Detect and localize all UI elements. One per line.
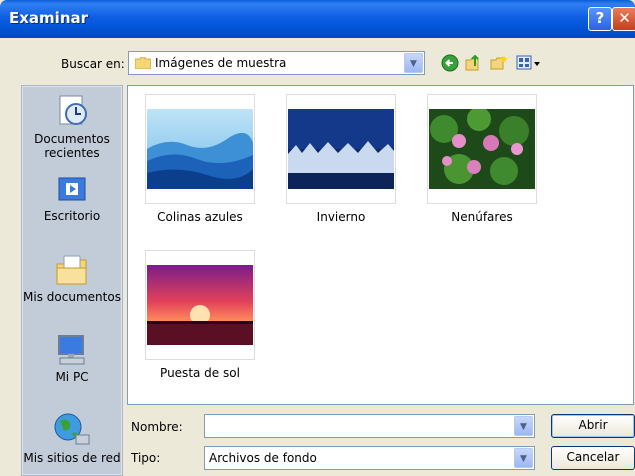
lookin-combo[interactable]: Imágenes de muestra ▼ <box>128 51 425 75</box>
blue-hills-thumbnail <box>147 109 253 189</box>
new-folder-icon[interactable] <box>490 54 508 72</box>
place-label: Mi PC <box>55 370 89 384</box>
chevron-down-icon[interactable]: ▼ <box>514 448 533 468</box>
thumbnail-frame <box>145 250 255 360</box>
filetype-label: Tipo: <box>131 451 161 465</box>
cancel-button[interactable]: Cancelar <box>551 446 635 470</box>
place-label: Escritorio <box>43 209 101 223</box>
filetype-value: Archivos de fondo <box>209 451 317 465</box>
place-recent-documents[interactable]: Documentos recientes <box>22 92 122 160</box>
place-my-documents[interactable]: Mis documentos <box>22 252 122 304</box>
network-places-icon <box>54 413 90 445</box>
dialog-title: Examinar <box>9 9 89 27</box>
lookin-value: Imágenes de muestra <box>155 56 287 70</box>
folder-icon <box>135 57 151 69</box>
filename-label: Nombre: <box>131 420 183 434</box>
filename-input[interactable]: ▼ <box>204 414 535 438</box>
back-icon[interactable] <box>441 54 459 72</box>
thumbnail-frame <box>427 94 537 204</box>
water-lilies-thumbnail <box>429 109 535 189</box>
open-button[interactable]: Abrir <box>551 414 635 438</box>
help-button[interactable]: ? <box>588 7 612 31</box>
chevron-down-icon[interactable]: ▼ <box>514 416 533 436</box>
close-button[interactable]: ✕ <box>612 7 635 31</box>
desktop-icon <box>58 177 86 201</box>
file-name: Nenúfares <box>451 210 513 224</box>
file-list-view[interactable]: Colinas azules Invierno Nenúfares Puesta… <box>127 85 634 405</box>
thumbnail-frame <box>286 94 396 204</box>
open-dialog: Examinar ? ✕ Buscar en: Imágenes de mues… <box>0 0 635 476</box>
file-name: Colinas azules <box>157 210 243 224</box>
my-computer-icon <box>58 335 85 365</box>
place-network[interactable]: Mis sitios de red <box>22 411 122 465</box>
place-label: Documentos recientes <box>34 132 110 160</box>
title-bar[interactable]: Examinar ? ✕ <box>0 0 635 38</box>
file-name: Invierno <box>316 210 366 224</box>
sunset-thumbnail <box>147 265 253 345</box>
lookin-label: Buscar en: <box>61 57 125 71</box>
up-folder-icon[interactable] <box>464 54 482 72</box>
my-documents-icon <box>56 255 87 285</box>
file-name: Puesta de sol <box>160 366 240 380</box>
place-label: Mis documentos <box>23 290 121 304</box>
recent-documents-icon <box>59 95 87 125</box>
chevron-down-icon[interactable]: ▼ <box>404 53 423 73</box>
place-label: Mis sitios de red <box>23 451 121 465</box>
thumbnail-frame <box>145 94 255 204</box>
places-bar: Documentos recientes Escritorio Mis docu… <box>21 85 123 476</box>
winter-thumbnail <box>288 109 394 189</box>
view-menu-icon[interactable] <box>516 54 542 72</box>
place-my-computer[interactable]: Mi PC <box>22 332 122 384</box>
filetype-select[interactable]: Archivos de fondo ▼ <box>204 446 535 470</box>
place-desktop[interactable]: Escritorio <box>22 175 122 223</box>
